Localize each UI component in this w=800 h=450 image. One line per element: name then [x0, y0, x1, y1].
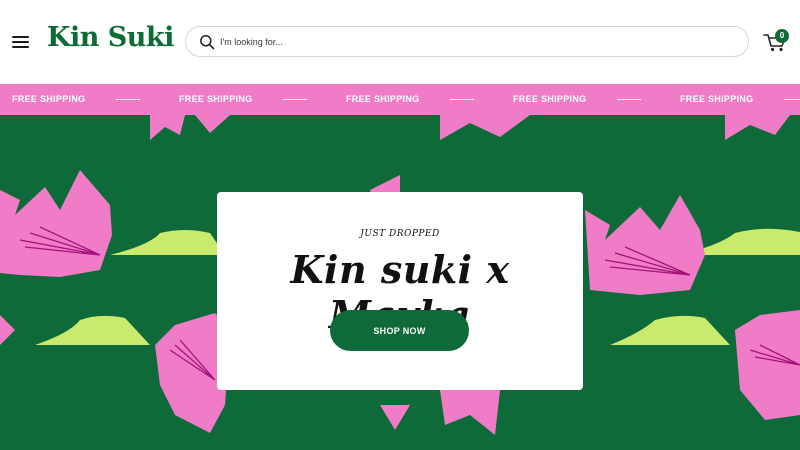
marquee-item: FREE SHIPPING — [680, 94, 754, 104]
marquee-item: FREE SHIPPING — [179, 94, 253, 104]
search-icon — [200, 35, 215, 50]
search-input[interactable] — [220, 31, 720, 53]
shop-now-button[interactable]: SHOP NOW — [330, 310, 469, 351]
site-logo[interactable]: Kin Suki — [47, 22, 174, 53]
hamburger-menu-icon[interactable] — [12, 35, 30, 49]
marquee-divider — [784, 99, 800, 100]
marquee-item: FREE SHIPPING — [12, 94, 86, 104]
site-header: Kin Suki 0 — [0, 0, 800, 84]
promo-card: JUST DROPPED Kin suki x Mayka SHOP NOW — [217, 192, 583, 390]
search-bar[interactable] — [185, 26, 749, 57]
promo-eyebrow: JUST DROPPED — [360, 229, 440, 239]
marquee-divider — [617, 99, 641, 100]
marquee-item: FREE SHIPPING — [513, 94, 587, 104]
announcement-marquee: FREE SHIPPING FREE SHIPPING FREE SHIPPIN… — [0, 84, 800, 115]
hero-banner[interactable]: JUST DROPPED Kin suki x Mayka SHOP NOW — [0, 115, 800, 450]
marquee-divider — [283, 99, 307, 100]
cart-count-badge: 0 — [775, 29, 789, 43]
marquee-item: FREE SHIPPING — [346, 94, 420, 104]
marquee-divider — [116, 99, 140, 100]
marquee-divider — [450, 99, 474, 100]
